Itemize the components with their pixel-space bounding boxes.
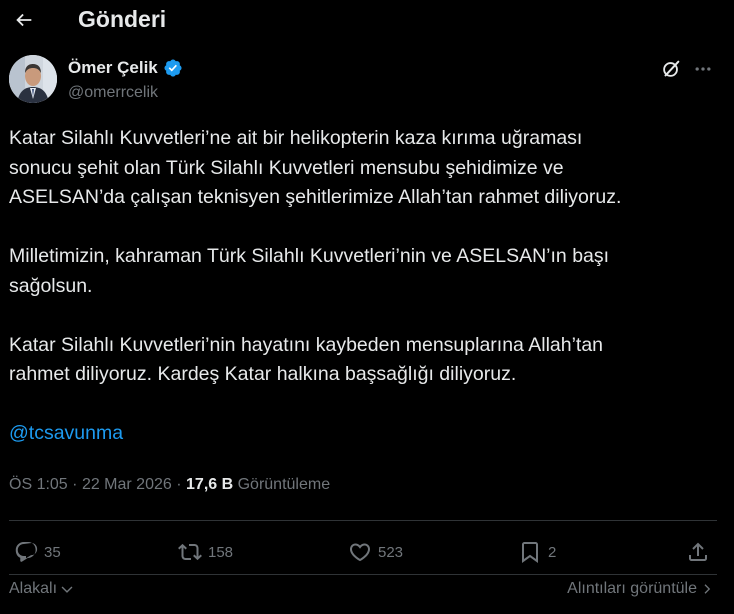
post-text: Katar Silahlı Kuvvetleri’ne ait bir heli… — [9, 124, 719, 478]
like-count: 523 — [378, 543, 404, 561]
mention-link[interactable]: @tcsavunma — [9, 419, 719, 449]
page-title: Gönderi — [78, 6, 167, 32]
view-quotes-link[interactable]: Alıntıları görüntüle — [567, 580, 713, 598]
divider — [9, 574, 717, 575]
bookmark-count: 2 — [548, 543, 557, 561]
bookmark-button[interactable]: 2 — [518, 532, 556, 572]
views-count: 17,6 B — [186, 476, 234, 493]
post-paragraph: Katar Silahlı Kuvvetleri’nin hayatını ka… — [9, 331, 719, 390]
views-label: Görüntüleme — [237, 476, 331, 493]
reply-button[interactable]: 35 — [14, 532, 61, 572]
more-horizontal-icon — [695, 67, 711, 71]
avatar-photo — [9, 55, 57, 103]
repost-icon — [178, 543, 202, 561]
repost-button[interactable]: 158 — [178, 532, 233, 572]
reply-controls: Alakalı Alıntıları görüntüle — [0, 578, 734, 606]
chevron-down-icon — [61, 586, 73, 593]
repost-count: 158 — [208, 543, 234, 561]
divider — [9, 520, 717, 521]
arrow-left-icon — [16, 13, 32, 27]
back-button[interactable] — [8, 4, 40, 36]
more-options-button[interactable] — [690, 56, 716, 82]
post-text-line: sonucu şehit olan Türk Silahlı Kuvvetler… — [9, 156, 564, 179]
author-name[interactable]: Ömer Çelik — [68, 58, 158, 78]
post-text-line: ASELSAN’da çalışan teknisyen şehitlerimi… — [9, 186, 622, 208]
sort-dropdown[interactable]: Alakalı — [9, 580, 74, 598]
avatar[interactable] — [9, 55, 57, 103]
chevron-right-icon — [704, 584, 711, 594]
heart-icon — [349, 543, 371, 562]
reply-icon — [15, 542, 38, 562]
reply-count: 35 — [44, 543, 61, 561]
post-date[interactable]: 22 Mar 2026 — [82, 476, 172, 493]
post-text-line: Katar Silahlı Kuvvetleri’nin hayatını ka… — [9, 333, 604, 356]
meta-separator: · — [72, 476, 78, 493]
post-text-line: rahmet diliyoruz. Kardeş Katar halkına b… — [9, 363, 517, 385]
view-quotes-label: Alıntıları görüntüle — [567, 580, 697, 597]
post-time[interactable]: ÖS 1:05 — [9, 476, 68, 493]
post-paragraph: Milletimizin, kahraman Türk Silahlı Kuvv… — [9, 242, 719, 301]
post-paragraph: Katar Silahlı Kuvvetleri’ne ait bir heli… — [9, 124, 719, 213]
share-button[interactable] — [686, 532, 710, 572]
like-button[interactable]: 523 — [348, 532, 403, 572]
sort-label: Alakalı — [9, 580, 58, 597]
post-text-line: sağolsun. — [9, 274, 93, 297]
post-text-line: Milletimizin, kahraman Türk Silahlı Kuvv… — [9, 245, 610, 267]
bookmark-icon — [522, 542, 538, 563]
post-meta: ÖS 1:05 · 22 Mar 2026 · 17,6 B Görüntüle… — [9, 476, 330, 494]
action-bar: 35 158 523 2 — [0, 532, 734, 572]
grok-icon — [663, 60, 680, 77]
grok-button[interactable] — [658, 56, 684, 82]
top-bar: Gönderi — [0, 0, 734, 42]
author-handle[interactable]: @omerrcelik — [68, 84, 158, 102]
post-paragraph: @tcsavunma — [9, 419, 719, 449]
meta-separator: · — [176, 476, 182, 493]
post-text-line: Katar Silahlı Kuvvetleri’ne ait bir heli… — [9, 127, 583, 149]
author-name-row: Ömer Çelik — [68, 58, 183, 78]
verified-badge-icon — [163, 58, 183, 78]
share-icon — [689, 542, 707, 561]
